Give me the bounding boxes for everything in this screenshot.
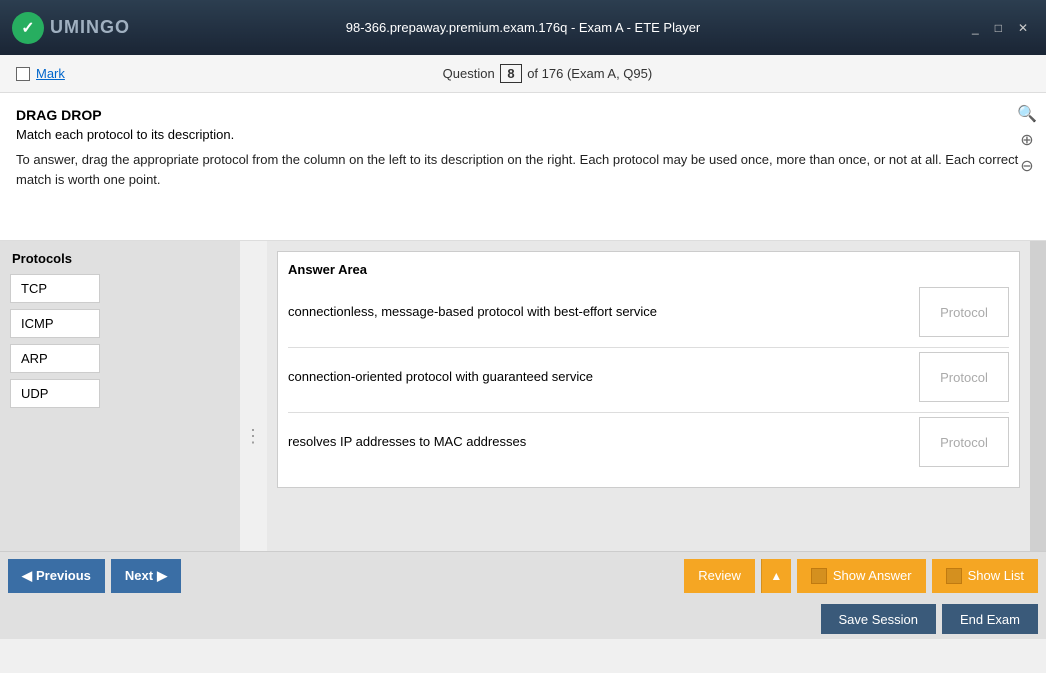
protocol-drop-box-2[interactable]: Protocol bbox=[919, 352, 1009, 402]
logo-area: ✓ UMINGO bbox=[12, 12, 130, 44]
question-number-display: Question 8 of 176 (Exam A, Q95) bbox=[443, 64, 653, 83]
mark-label[interactable]: Mark bbox=[36, 66, 65, 81]
protocol-item-icmp[interactable]: ICMP bbox=[10, 309, 100, 338]
answer-area-container: Answer Area connectionless, message-base… bbox=[267, 241, 1030, 551]
previous-label: Previous bbox=[36, 568, 91, 583]
zoom-out-icon[interactable]: ⊖ bbox=[1016, 155, 1038, 177]
search-icon[interactable]: 🔍 bbox=[1016, 103, 1038, 125]
next-button[interactable]: Next ▶ bbox=[111, 559, 181, 593]
mark-checkbox[interactable] bbox=[16, 67, 30, 81]
title-bar: ✓ UMINGO 98-366.prepaway.premium.exam.17… bbox=[0, 0, 1046, 55]
show-list-label: Show List bbox=[968, 568, 1024, 583]
answer-description-1: connectionless, message-based protocol w… bbox=[288, 303, 909, 321]
answer-row-3: resolves IP addresses to MAC addresses P… bbox=[288, 417, 1009, 467]
protocols-header: Protocols bbox=[10, 251, 230, 266]
answer-divider-2 bbox=[288, 412, 1009, 413]
left-panel: Protocols TCP ICMP ARP UDP bbox=[0, 241, 240, 551]
review-button[interactable]: Review bbox=[684, 559, 755, 593]
content-area: DRAG DROP Match each protocol to its des… bbox=[0, 93, 1046, 241]
question-label: Question bbox=[443, 66, 495, 81]
show-answer-label: Show Answer bbox=[833, 568, 912, 583]
next-label: Next bbox=[125, 568, 153, 583]
minimize-button[interactable]: _ bbox=[966, 19, 985, 37]
mark-area: Mark bbox=[16, 66, 65, 81]
protocol-drop-box-3[interactable]: Protocol bbox=[919, 417, 1009, 467]
protocol-item-udp[interactable]: UDP bbox=[10, 379, 100, 408]
scrollbar[interactable] bbox=[1030, 241, 1046, 551]
review-label: Review bbox=[698, 568, 741, 583]
previous-button[interactable]: ◀ Previous bbox=[8, 559, 105, 593]
zoom-controls: 🔍 ⊕ ⊖ bbox=[1016, 103, 1038, 177]
arrow-left-icon: ◀ bbox=[22, 568, 32, 584]
caret-down-icon: ▲ bbox=[770, 569, 782, 583]
show-list-toggle bbox=[946, 568, 962, 584]
drag-drop-subtitle: Match each protocol to its description. bbox=[16, 127, 1030, 142]
maximize-button[interactable]: □ bbox=[989, 19, 1008, 37]
protocol-drop-box-1[interactable]: Protocol bbox=[919, 287, 1009, 337]
instructions-text: To answer, drag the appropriate protocol… bbox=[16, 150, 1030, 189]
show-answer-toggle bbox=[811, 568, 827, 584]
save-session-label: Save Session bbox=[839, 612, 919, 627]
window-controls: _ □ ✕ bbox=[966, 19, 1034, 37]
show-answer-button[interactable]: Show Answer bbox=[797, 559, 926, 593]
divider-dots: ⋮ bbox=[240, 241, 267, 551]
answer-row-1: connectionless, message-based protocol w… bbox=[288, 287, 1009, 337]
answer-row-2: connection-oriented protocol with guaran… bbox=[288, 352, 1009, 402]
save-session-button[interactable]: Save Session bbox=[821, 604, 937, 634]
review-dropdown-button[interactable]: ▲ bbox=[761, 559, 791, 593]
answer-area: Answer Area connectionless, message-base… bbox=[277, 251, 1020, 488]
answer-description-2: connection-oriented protocol with guaran… bbox=[288, 368, 909, 386]
end-exam-button[interactable]: End Exam bbox=[942, 604, 1038, 634]
zoom-in-icon[interactable]: ⊕ bbox=[1016, 129, 1038, 151]
logo-icon: ✓ bbox=[12, 12, 44, 44]
window-title: 98-366.prepaway.premium.exam.176q - Exam… bbox=[346, 20, 701, 35]
question-number-box: 8 bbox=[500, 64, 521, 83]
drag-drop-title: DRAG DROP bbox=[16, 107, 1030, 123]
protocol-item-tcp[interactable]: TCP bbox=[10, 274, 100, 303]
question-total: of 176 (Exam A, Q95) bbox=[527, 66, 652, 81]
arrow-right-icon: ▶ bbox=[157, 568, 167, 584]
answer-divider-1 bbox=[288, 347, 1009, 348]
answer-area-header: Answer Area bbox=[288, 262, 1009, 277]
protocol-item-arp[interactable]: ARP bbox=[10, 344, 100, 373]
bottom-action-bar: Save Session End Exam bbox=[0, 599, 1046, 639]
answer-description-3: resolves IP addresses to MAC addresses bbox=[288, 433, 909, 451]
question-header: Mark Question 8 of 176 (Exam A, Q95) bbox=[0, 55, 1046, 93]
show-list-button[interactable]: Show List bbox=[932, 559, 1038, 593]
middle-section: Protocols TCP ICMP ARP UDP ⋮ Answer Area… bbox=[0, 241, 1046, 551]
logo-text: UMINGO bbox=[50, 17, 130, 38]
bottom-toolbar: ◀ Previous Next ▶ Review ▲ Show Answer S… bbox=[0, 551, 1046, 599]
close-button[interactable]: ✕ bbox=[1012, 19, 1034, 37]
end-exam-label: End Exam bbox=[960, 612, 1020, 627]
